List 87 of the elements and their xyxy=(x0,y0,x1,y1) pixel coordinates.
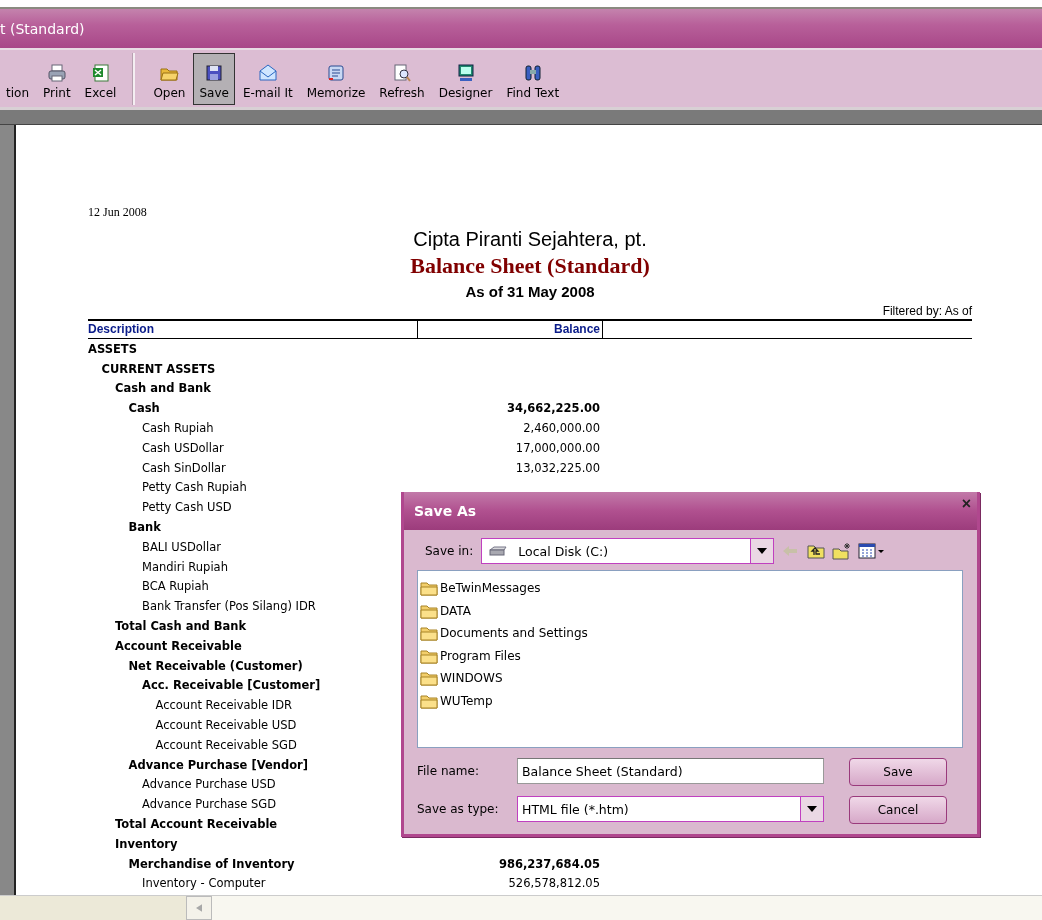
folder-icon xyxy=(420,625,438,642)
folder-item[interactable]: Program Files xyxy=(420,644,960,667)
account-label: Acc. Receivable [Customer] xyxy=(142,678,321,693)
balance-value: 34,662,225.00 xyxy=(506,401,600,416)
account-label: Cash USDollar xyxy=(142,440,224,455)
account-label: Advance Purchase SGD xyxy=(142,797,277,812)
view-menu-icon[interactable] xyxy=(858,541,887,561)
envelope-icon xyxy=(257,63,278,83)
magnifier-document-icon xyxy=(392,63,412,83)
printer-icon xyxy=(46,63,67,83)
account-label: Advance Purchase [Vendor] xyxy=(128,757,308,772)
account-label: BCA Rupiah xyxy=(142,579,209,594)
file-name-label: File name: xyxy=(417,764,480,778)
folder-icon xyxy=(420,647,438,664)
account-label: Petty Cash Rupiah xyxy=(142,480,247,495)
toolbar-button[interactable]: tion xyxy=(0,53,35,105)
save-as-type-label: Save as type: xyxy=(417,802,500,816)
notepad-icon xyxy=(326,63,346,83)
cancel-button[interactable]: Cancel xyxy=(849,796,947,824)
account-label: Account Receivable SGD xyxy=(155,737,297,752)
folder-item[interactable]: DATA xyxy=(420,599,960,622)
column-header: Description xyxy=(88,321,418,338)
account-label: Cash Rupiah xyxy=(142,421,214,436)
toolbar-button[interactable]: E-mail It xyxy=(236,53,299,105)
account-label: Cash and Bank xyxy=(115,381,211,396)
toolbar-button[interactable]: Print xyxy=(37,53,77,105)
balance-value: 13,032,225.00 xyxy=(515,460,600,475)
company-name: Cipta Piranti Sejahtera, pt. xyxy=(412,227,648,251)
close-button[interactable]: × xyxy=(961,497,971,511)
caret-icon xyxy=(807,806,817,812)
account-label: Account Receivable USD xyxy=(155,718,297,733)
window-title: t (Standard) xyxy=(0,20,85,37)
folder-icon xyxy=(420,692,438,709)
new-folder-icon[interactable] xyxy=(832,541,853,561)
toolbar-button[interactable]: Excel xyxy=(78,53,123,105)
folder-item[interactable]: WINDOWS xyxy=(420,667,960,690)
account-label: ASSETS xyxy=(88,341,137,356)
account-label: Inventory xyxy=(115,836,178,851)
account-label: Cash SinDollar xyxy=(142,460,226,475)
report-date: 12 Jun 2008 xyxy=(88,205,148,221)
left-arrow-icon xyxy=(196,904,202,912)
toolbar-button[interactable]: Save xyxy=(193,53,235,105)
spreadsheet-icon xyxy=(90,63,111,83)
toolbar-button[interactable]: Refresh xyxy=(373,53,431,105)
account-label: Petty Cash USD xyxy=(142,500,232,515)
binoculars-icon xyxy=(522,63,543,83)
report-title: Balance Sheet (Standard) xyxy=(409,252,651,280)
account-label: Cash xyxy=(128,401,160,416)
save-in-dropdown[interactable]: Local Disk (C:) xyxy=(481,538,775,564)
account-label: Account Receivable xyxy=(115,638,242,653)
account-label: CURRENT ASSETS xyxy=(101,361,216,376)
filter-note: Filtered by: As of xyxy=(881,303,972,319)
account-label: Mandiri Rupiah xyxy=(142,559,228,574)
dialog-title: Save As xyxy=(414,503,477,519)
account-label: BALI USDollar xyxy=(142,539,221,554)
balance-value: 526,578,812.05 xyxy=(508,876,600,891)
account-label: Net Receivable (Customer) xyxy=(128,658,303,673)
file-name-field[interactable]: Balance Sheet (Standard) xyxy=(517,758,824,784)
report-period: As of 31 May 2008 xyxy=(464,282,596,302)
balance-value: 2,460,000.00 xyxy=(523,421,600,436)
folder-icon xyxy=(420,670,438,687)
folder-item[interactable]: WUTemp xyxy=(420,689,960,712)
folder-icon xyxy=(420,580,438,597)
account-label: Bank xyxy=(128,520,161,535)
toolbar-button[interactable]: Open xyxy=(147,53,192,105)
folder-item[interactable]: Documents and Settings xyxy=(420,622,960,645)
account-label: Inventory - Computer xyxy=(142,876,266,891)
save-button[interactable]: Save xyxy=(849,758,947,786)
caret-icon xyxy=(757,548,768,554)
folder-icon xyxy=(420,602,438,619)
account-label: Account Receivable IDR xyxy=(155,698,293,713)
account-label: Bank Transfer (Pos Silang) IDR xyxy=(142,599,316,614)
save-in-label: Save in: xyxy=(425,544,474,558)
toolbar-button[interactable]: Find Text xyxy=(500,53,566,105)
account-label: Merchandise of Inventory xyxy=(128,856,295,871)
balance-value: 17,000,000.00 xyxy=(515,440,600,455)
account-label: Advance Purchase USD xyxy=(142,777,276,792)
column-header: Balance xyxy=(418,321,603,338)
balance-value: 986,237,684.05 xyxy=(498,856,600,871)
file-type-dropdown[interactable]: HTML file (*.htm) xyxy=(517,796,824,822)
account-label: Total Account Receivable xyxy=(115,817,278,831)
account-label: Total Cash and Bank xyxy=(115,619,247,634)
disk-drive-icon xyxy=(488,545,509,557)
toolbar-button[interactable]: Designer xyxy=(432,53,499,105)
folder-item[interactable]: BeTwinMessages xyxy=(420,577,960,600)
monitor-icon xyxy=(455,63,476,83)
toolbar-button[interactable]: Memorize xyxy=(300,53,372,105)
